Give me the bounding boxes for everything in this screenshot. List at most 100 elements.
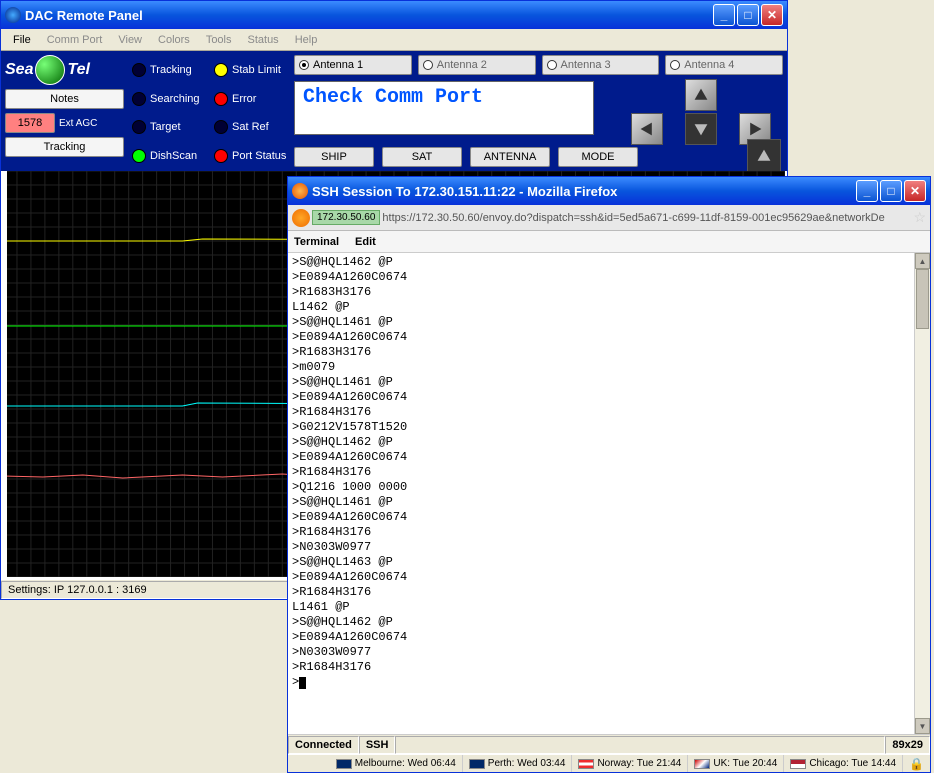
mode-mode-button[interactable]: MODE [558,147,638,167]
ssh-url-bar: 172.30.50.60 https://172.30.50.60/envoy.… [288,205,930,231]
dac-close-button[interactable]: ✕ [761,4,783,26]
dac-minimize-button[interactable]: _ [713,4,735,26]
scroll-thumb[interactable] [916,269,929,329]
led-tracking [132,63,146,77]
url-text[interactable]: https://172.30.50.60/envoy.do?dispatch=s… [382,212,911,224]
ssh-status-size: 89x29 [885,736,930,754]
comm-port-message: Check Comm Port [294,81,594,135]
world-clock-bar: Melbourne: Wed 06:44 Perth: Wed 03:44 Norw… [288,754,930,772]
flag-icon [694,759,710,769]
antenna-tab-3[interactable]: Antenna 3 [542,55,660,75]
ssh-titlebar[interactable]: SSH Session To 172.30.151.11:22 - Mozill… [288,177,930,205]
ssh-menu-edit[interactable]: Edit [355,236,376,248]
led-port-status [214,149,228,163]
flag-icon [578,759,594,769]
dac-toolbar: Sea Tel Notes 1578 Ext AGC Tracking Trac… [1,51,787,171]
led-target [132,120,146,134]
ssh-close-button[interactable]: ✕ [904,180,926,202]
antenna-tab-2-label: Antenna 2 [437,59,487,71]
arrow-down-button[interactable] [685,113,717,145]
ssh-terminal-menubar: Terminal Edit [288,231,930,253]
scroll-up-icon[interactable]: ▲ [915,253,930,269]
led-stab-limit [214,63,228,77]
sea-tel-logo: Sea Tel [5,55,124,85]
dac-menu-help[interactable]: Help [287,32,326,48]
mode-antenna-button[interactable]: ANTENNA [470,147,550,167]
antenna-tabs: Antenna 1 Antenna 2 Antenna 3 Antenna 4 [294,55,783,75]
tracking-button[interactable]: Tracking [5,137,124,157]
led-error [214,92,228,106]
dac-menu-commport[interactable]: Comm Port [39,32,111,48]
dac-maximize-button[interactable]: □ [737,4,759,26]
antenna-tab-4[interactable]: Antenna 4 [665,55,783,75]
dac-menu-view[interactable]: View [110,32,150,48]
clock-label: UK: Tue 20:44 [713,758,777,769]
label-dishscan: DishScan [150,150,210,162]
mode-ship-button[interactable]: SHIP [294,147,374,167]
antenna-tab-1[interactable]: Antenna 1 [294,55,412,75]
flag-icon [790,759,806,769]
arrow-up-button[interactable] [685,79,717,111]
clock-cell: Norway: Tue 21:44 [572,755,688,772]
label-stab-limit: Stab Limit [232,64,292,76]
ssh-maximize-button[interactable]: □ [880,180,902,202]
status-led-grid: Tracking Stab Limit Searching Error Targ… [128,51,296,171]
clock-cell: Chicago: Tue 14:44 [784,755,903,772]
ssh-status-connected: Connected [288,736,359,754]
agc-label: Ext AGC [59,118,97,129]
notes-button[interactable]: Notes [5,89,124,109]
clock-label: Melbourne: Wed 06:44 [355,758,456,769]
label-port-status: Port Status [232,150,292,162]
dac-app-icon [5,7,21,23]
ssh-status-bar: Connected SSH 89x29 [288,734,930,754]
ip-tag[interactable]: 172.30.50.60 [312,210,380,225]
antenna-tab-3-label: Antenna 3 [561,59,611,71]
label-tracking: Tracking [150,64,210,76]
mode-sat-button[interactable]: SAT [382,147,462,167]
led-sat-ref [214,120,228,134]
dac-menubar: File Comm Port View Colors Tools Status … [1,29,787,51]
ssh-title: SSH Session To 172.30.151.11:22 - Mozill… [312,184,617,199]
flag-icon [469,759,485,769]
antenna-tab-2[interactable]: Antenna 2 [418,55,536,75]
agc-value[interactable]: 1578 [5,113,55,133]
dac-title: DAC Remote Panel [25,8,143,23]
label-searching: Searching [150,93,210,105]
radio-icon [423,60,433,70]
radio-icon [547,60,557,70]
ssh-menu-terminal[interactable]: Terminal [294,236,339,248]
clock-label: Perth: Wed 03:44 [488,758,566,769]
terminal-scrollbar[interactable]: ▲ ▼ [914,253,930,734]
arrow-left-button[interactable] [631,113,663,145]
clock-label: Chicago: Tue 14:44 [809,758,896,769]
led-searching [132,92,146,106]
dac-menu-status[interactable]: Status [240,32,287,48]
logo-left: Sea [5,61,33,79]
logo-right: Tel [67,61,90,79]
ssh-firefox-window: SSH Session To 172.30.151.11:22 - Mozill… [287,176,931,773]
firefox-icon [292,183,308,199]
radio-icon [670,60,680,70]
dac-menu-file[interactable]: File [5,32,39,48]
scroll-down-icon[interactable]: ▼ [915,718,930,734]
site-identity-icon[interactable] [292,209,310,227]
ssh-minimize-button[interactable]: _ [856,180,878,202]
dac-menu-tools[interactable]: Tools [198,32,240,48]
dac-titlebar[interactable]: DAC Remote Panel _ □ ✕ [1,1,787,29]
bookmark-star-icon[interactable]: ☆ [913,209,926,226]
nav-arrow-pad [621,79,781,169]
clock-label: Norway: Tue 21:44 [597,758,681,769]
mode-button-bar: SHIP SAT ANTENNA MODE [294,147,638,167]
antenna-tab-1-label: Antenna 1 [313,59,363,71]
arrow-home-button[interactable] [747,139,781,173]
led-dishscan [132,149,146,163]
sea-tel-block: Sea Tel Notes 1578 Ext AGC Tracking [1,51,128,171]
dac-menu-colors[interactable]: Colors [150,32,198,48]
flag-icon [336,759,352,769]
label-sat-ref: Sat Ref [232,121,292,133]
label-target: Target [150,121,210,133]
antenna-tab-4-label: Antenna 4 [684,59,734,71]
ssh-status-proto: SSH [359,736,396,754]
clock-cell: UK: Tue 20:44 [688,755,784,772]
ssh-terminal-output[interactable]: >S@@HQL1462 @P >E0894A1260C0674 >R1683H3… [288,253,930,692]
